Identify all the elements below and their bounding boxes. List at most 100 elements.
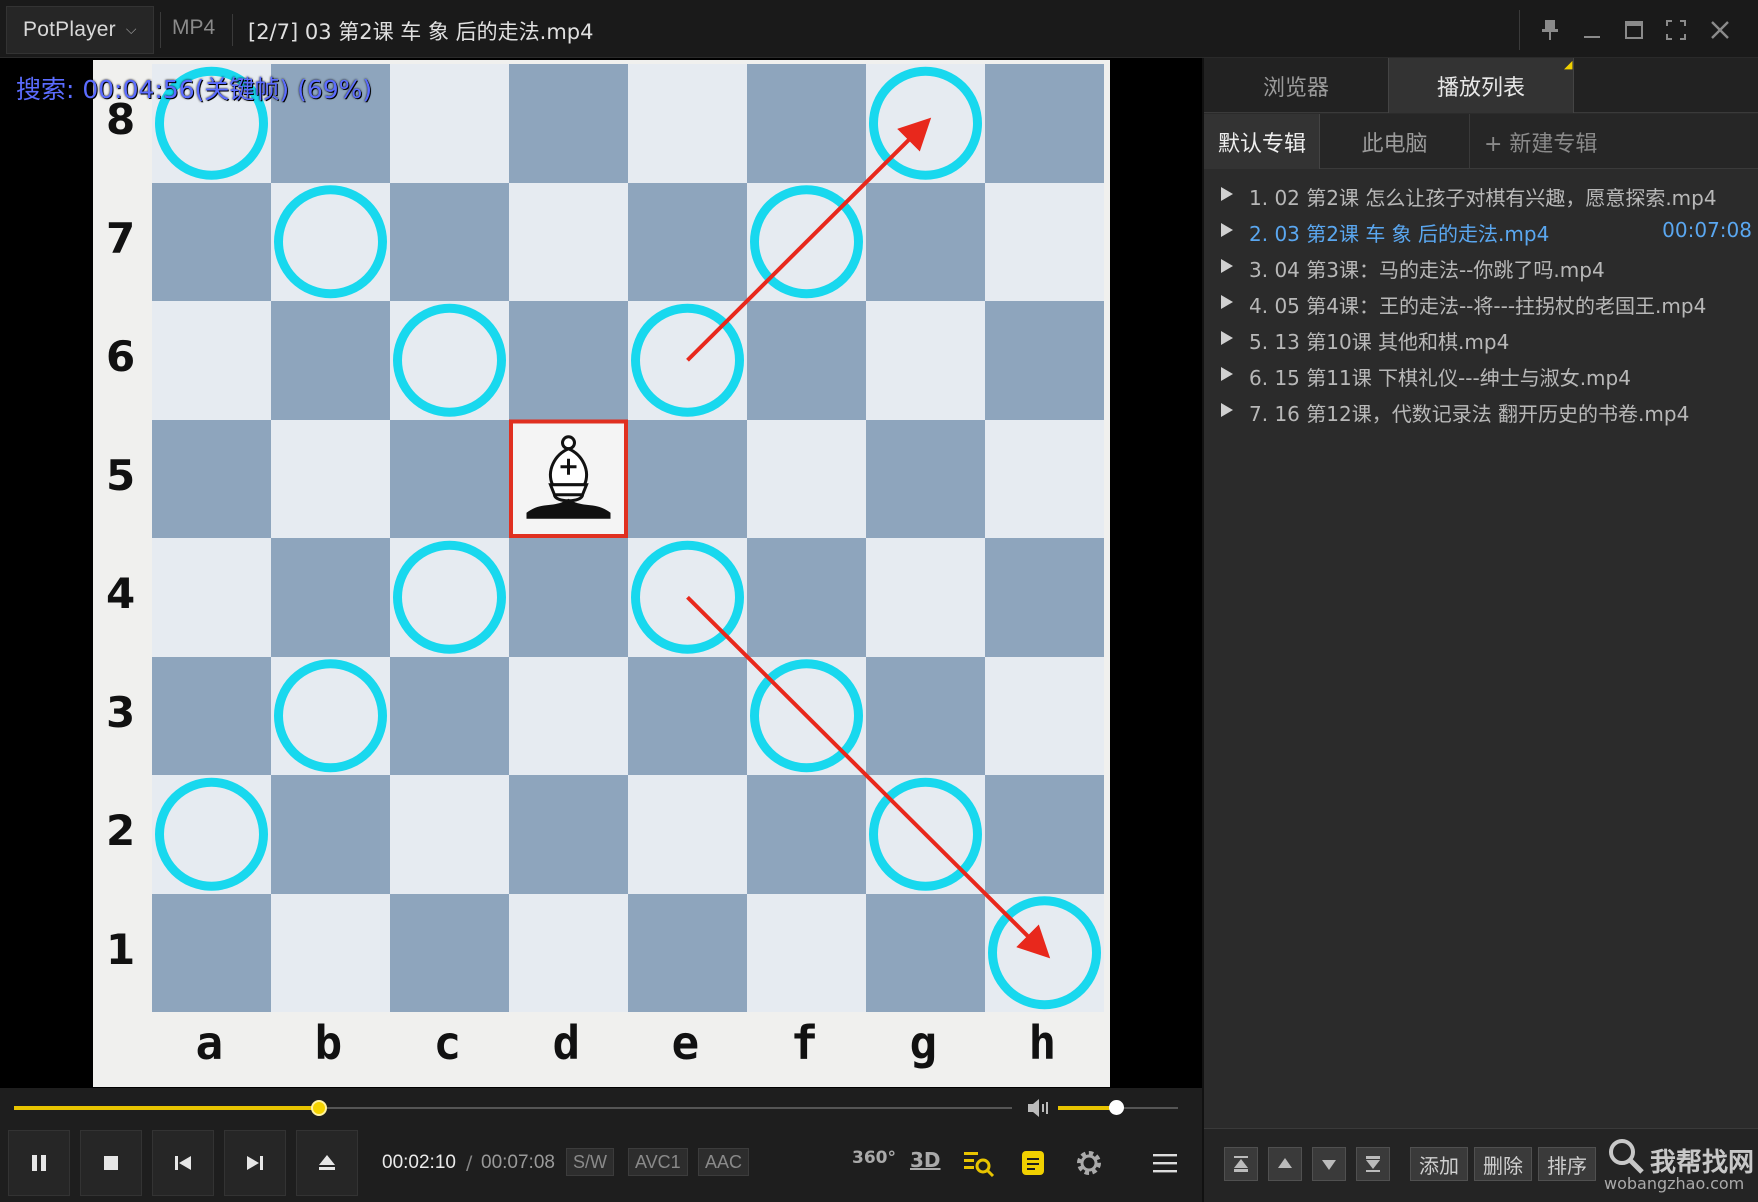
chevron-down-icon: ⌵ [125,22,137,38]
tab-playlist[interactable]: 播放列表 [1388,58,1574,113]
play-arrow-icon [1221,367,1233,381]
playlist-item[interactable]: 1. 02 第2课 怎么让孩子对棋有兴趣，愿意探索.mp4 [1204,176,1758,212]
playlist-item[interactable]: 7. 16 第12课，代数记录法 翻开历史的书卷.mp4 [1204,392,1758,428]
watermark-url: wobangzhao.com [1604,1174,1745,1193]
board-square-a4 [152,538,271,657]
playlist-item-title: 1. 02 第2课 怎么让孩子对棋有兴趣，愿意探索.mp4 [1249,186,1717,210]
play-arrow-icon [1221,223,1233,237]
eject-icon [319,1155,335,1170]
pin-button[interactable] [1536,16,1564,44]
board-square-f7 [747,182,866,301]
title-bar: PotPlayer ⌵ MP4 [2/7] 03 第2课 车 象 后的走法.mp… [0,0,1758,58]
subtitle-button[interactable] [1020,1148,1046,1178]
board-square-c7 [390,182,509,301]
playlist-item-duration: 00:07:08 [1662,218,1752,242]
board-square-e6 [628,301,747,420]
pin-icon [1542,20,1558,40]
board-square-d6 [509,301,628,420]
skip-previous-icon [175,1156,191,1170]
board-square-d2 [509,775,628,894]
volume-handle[interactable] [1108,1100,1124,1115]
board-square-c4 [390,538,509,657]
playlist-item[interactable]: 6. 15 第11课 下棋礼仪---绅士与淑女.mp4 [1204,356,1758,392]
rank-label: 1 [106,924,136,974]
sort-button[interactable]: 排序 [1538,1147,1596,1181]
settings-button[interactable] [1074,1148,1104,1178]
minimize-button[interactable] [1578,16,1606,44]
speaker-icon[interactable] [1026,1096,1052,1120]
board-square-e8 [628,64,747,183]
board-square-c6 [390,301,509,420]
next-button[interactable] [224,1130,286,1196]
board-square-d5 [509,419,628,538]
board-square-f5 [747,419,866,538]
eject-button[interactable] [296,1130,358,1196]
title-divider [232,14,233,46]
board-square-g2 [866,775,985,894]
board-square-a1 [152,893,271,1012]
gear-icon [1077,1151,1101,1175]
fullscreen-button[interactable] [1662,16,1690,44]
seek-osd-text: 搜索: 00:04:56(关键帧) (69%) [16,75,373,104]
play-arrow-icon [1221,331,1233,345]
playlist-item[interactable]: 4. 05 第4课：王的走法--将---拄拐杖的老国王.mp4 [1204,284,1758,320]
move-up-button[interactable] [1268,1147,1302,1181]
tab-default-album[interactable]: 默认专辑 [1204,114,1320,169]
playlist-panel: 浏览器 播放列表 ◢ 默认专辑 此电脑 + 新建专辑 1. 02 第2课 怎么让… [1202,58,1758,1202]
board-square-g3 [866,656,985,775]
codec-audio-button[interactable]: AAC [698,1148,750,1176]
previous-button[interactable] [152,1130,214,1196]
album-tabs: 默认专辑 此电脑 + 新建专辑 [1204,114,1758,169]
rank-label: 4 [106,569,136,619]
rank-label: 5 [106,450,136,500]
rank-label: 2 [106,806,136,856]
app-menu-button[interactable]: PotPlayer ⌵ [6,6,154,54]
rank-label: 3 [106,687,136,737]
file-label: f [790,1016,819,1070]
playlist-search-button[interactable] [962,1148,996,1178]
rank-label: 6 [106,332,136,382]
playlist-item[interactable]: 3. 04 第3课：马的走法--你跳了吗.mp4 [1204,248,1758,284]
vr-360-button[interactable]: 360° [852,1148,896,1178]
current-time: 00:02:10 [382,1152,456,1173]
pause-button[interactable] [8,1130,70,1196]
board-square-d8 [509,64,628,183]
file-label: c [433,1016,462,1070]
file-format-label: MP4 [172,16,216,39]
board-square-f2 [747,775,866,894]
board-square-a7 [152,182,271,301]
file-label: b [314,1016,343,1070]
rank-label: 7 [106,213,136,263]
file-label: a [195,1016,224,1070]
move-bottom-icon [1366,1156,1380,1172]
codec-sw-button[interactable]: S/W [566,1148,614,1176]
delete-button[interactable]: 删除 [1474,1147,1532,1181]
seek-bar-progress [14,1106,320,1110]
move-top-button[interactable] [1224,1147,1258,1181]
playlist-item-active[interactable]: 2. 03 第2课 车 象 后的走法.mp4 00:07:08 [1204,212,1758,248]
codec-video-button[interactable]: AVC1 [628,1148,688,1176]
board-square-a2 [152,775,271,894]
stop-button[interactable] [80,1130,142,1196]
3d-button[interactable]: 3D [910,1148,941,1178]
board-square-c2 [390,775,509,894]
board-square-h2 [985,775,1104,894]
magnifier-icon [1609,1139,1644,1174]
maximize-button[interactable] [1620,16,1648,44]
tab-browser[interactable]: 浏览器 [1204,58,1388,113]
playlist-item[interactable]: 5. 13 第10课 其他和棋.mp4 [1204,320,1758,356]
menu-button[interactable] [1150,1148,1180,1178]
seek-bar-handle[interactable] [311,1100,328,1116]
move-down-button[interactable] [1312,1147,1346,1181]
close-button[interactable] [1706,16,1734,44]
add-button[interactable]: 添加 [1410,1147,1468,1181]
board-square-h1 [985,893,1104,1012]
total-time: 00:07:08 [481,1152,555,1173]
board-square-b1 [271,893,390,1012]
board-square-e4 [628,538,747,657]
new-album-button[interactable]: + 新建专辑 [1484,114,1684,169]
playlist-item-title: 2. 03 第2课 车 象 后的走法.mp4 [1249,222,1550,246]
move-bottom-button[interactable] [1356,1147,1390,1181]
tab-this-pc[interactable]: 此电脑 [1320,114,1470,169]
chess-board [152,64,1104,1012]
